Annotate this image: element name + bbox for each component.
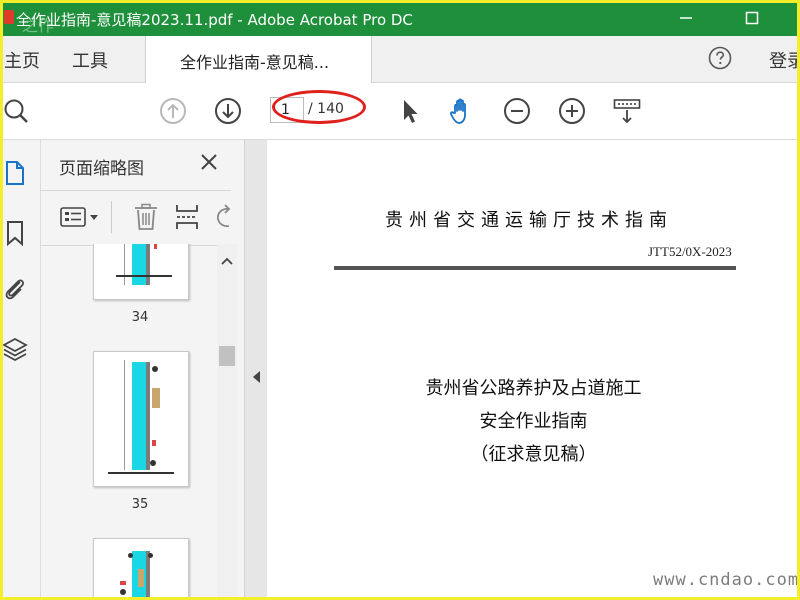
- minimize-icon: [680, 17, 692, 19]
- thumbnail-tools: [41, 190, 231, 246]
- hand-tool-icon[interactable]: [448, 97, 476, 125]
- maximize-icon: [745, 11, 759, 25]
- rotate-page-icon[interactable]: [213, 203, 231, 231]
- window-title: 全作业指南-意见稿2023.11.pdf - Adobe Acrobat Pro…: [16, 11, 413, 29]
- minimize-button[interactable]: [666, 4, 706, 32]
- delete-page-icon[interactable]: [133, 203, 159, 231]
- page-thumbnails-icon[interactable]: [2, 160, 28, 186]
- panel-collapse-handle[interactable]: [244, 140, 268, 600]
- document-viewer[interactable]: 贵州省交通运输厅技术指南 JTT52/0X-2023 贵州省公路养护及占道施工 …: [267, 140, 800, 600]
- overlay-watermark-text: 之作: [22, 16, 55, 35]
- zoom-out-icon[interactable]: [503, 97, 531, 125]
- thumbnail-drawing: [132, 362, 146, 470]
- thumbnail-list[interactable]: 34 35: [41, 244, 217, 600]
- document-code: JTT52/0X-2023: [648, 244, 732, 259]
- next-page-icon[interactable]: [214, 97, 242, 125]
- select-cursor-icon[interactable]: [396, 97, 424, 125]
- title-bar: 全作业指南-意见稿2023.11.pdf - Adobe Acrobat Pro…: [0, 0, 800, 36]
- close-icon[interactable]: [199, 152, 219, 172]
- maximize-button[interactable]: [732, 4, 772, 32]
- thumbnail-scrollbar[interactable]: [217, 244, 237, 600]
- attachments-icon[interactable]: [2, 276, 28, 302]
- thumbnail-page-number: 35: [131, 497, 149, 512]
- insert-page-icon[interactable]: [174, 203, 200, 231]
- help-icon[interactable]: [708, 46, 732, 70]
- search-icon[interactable]: [2, 97, 30, 125]
- main-toolbar: 1 / 140: [0, 83, 800, 140]
- document-tab[interactable]: 全作业指南-意见稿...: [145, 36, 372, 83]
- document-title-line-1: 贵州省公路养护及占道施工: [425, 378, 642, 399]
- bookmarks-icon[interactable]: [2, 220, 28, 246]
- tool-divider: [111, 201, 112, 233]
- header-rule: [334, 266, 736, 270]
- page-thumbnails-panel: 页面缩略图 34 35: [41, 140, 244, 600]
- scroll-up-icon[interactable]: [221, 256, 233, 266]
- layers-icon[interactable]: [2, 336, 28, 362]
- collapse-arrow-icon: [253, 371, 260, 383]
- login-link[interactable]: 登录: [769, 47, 800, 73]
- tools-tab[interactable]: 工具: [72, 47, 108, 73]
- navigation-rail: [0, 140, 41, 600]
- thumbnail-options-icon[interactable]: [59, 205, 101, 229]
- thumbnail-page-number: 34: [131, 310, 149, 325]
- panel-title: 页面缩略图: [59, 159, 144, 179]
- document-title-line-3: （征求意见稿）: [470, 444, 597, 465]
- document-header: 贵州省交通运输厅技术指南: [385, 210, 673, 231]
- scroll-mode-icon[interactable]: [613, 97, 641, 125]
- acrobat-app-icon: [4, 10, 14, 24]
- previous-page-icon[interactable]: [159, 97, 187, 125]
- page-thumbnail[interactable]: [93, 351, 189, 487]
- scrollbar-thumb[interactable]: [219, 346, 235, 366]
- site-watermark: www.cndao.com: [653, 570, 800, 590]
- thumbnail-drawing: [132, 244, 146, 285]
- document-title-line-2: 安全作业指南: [479, 411, 588, 432]
- red-annotation-circle: [272, 90, 366, 124]
- zoom-in-icon[interactable]: [558, 97, 586, 125]
- page-thumbnail[interactable]: [93, 538, 189, 600]
- home-tab[interactable]: 主页: [4, 47, 40, 73]
- document-tab-label: 全作业指南-意见稿...: [180, 53, 330, 72]
- menu-bar: 主页 工具: [0, 36, 800, 83]
- page-thumbnail[interactable]: [93, 244, 189, 300]
